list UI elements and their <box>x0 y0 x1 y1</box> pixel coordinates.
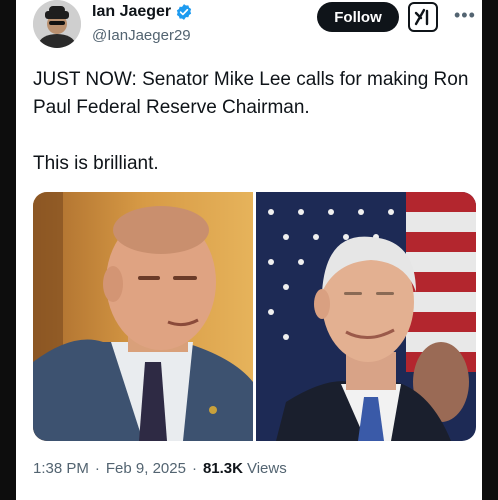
author-handle[interactable]: @IanJaeger29 <box>92 27 191 44</box>
screen-edge <box>482 0 498 500</box>
more-options-icon[interactable]: ••• <box>454 6 476 24</box>
tweet-date[interactable]: Feb 9, 2025 <box>106 460 186 477</box>
tweet-line-1: JUST NOW: Senator Mike Lee calls for mak… <box>33 69 469 118</box>
views-count: 81.3K <box>202 460 243 477</box>
tweet-meta: 1:38 PM · Feb 9, 2025 · 81.3K Views <box>33 460 287 477</box>
author-name[interactable]: Ian Jaeger <box>92 3 171 21</box>
author-avatar[interactable] <box>33 0 81 48</box>
tweet-time[interactable]: 1:38 PM <box>33 460 89 477</box>
verified-badge-icon <box>177 4 192 20</box>
meta-separator: · <box>94 460 100 477</box>
photo-right[interactable] <box>256 192 476 441</box>
tweet-card: Ian Jaeger @IanJaeger29 Follow ••• JUST … <box>16 0 482 500</box>
meta-separator-2: · <box>191 460 197 477</box>
media-grid[interactable] <box>33 192 476 441</box>
follow-button[interactable]: Follow <box>317 2 399 32</box>
grok-icon[interactable] <box>408 2 438 32</box>
photo-left[interactable] <box>33 192 253 441</box>
tweet-text: JUST NOW: Senator Mike Lee calls for mak… <box>33 66 473 178</box>
views-label: Views <box>246 460 287 477</box>
tweet-line-2: This is brilliant. <box>33 153 159 174</box>
